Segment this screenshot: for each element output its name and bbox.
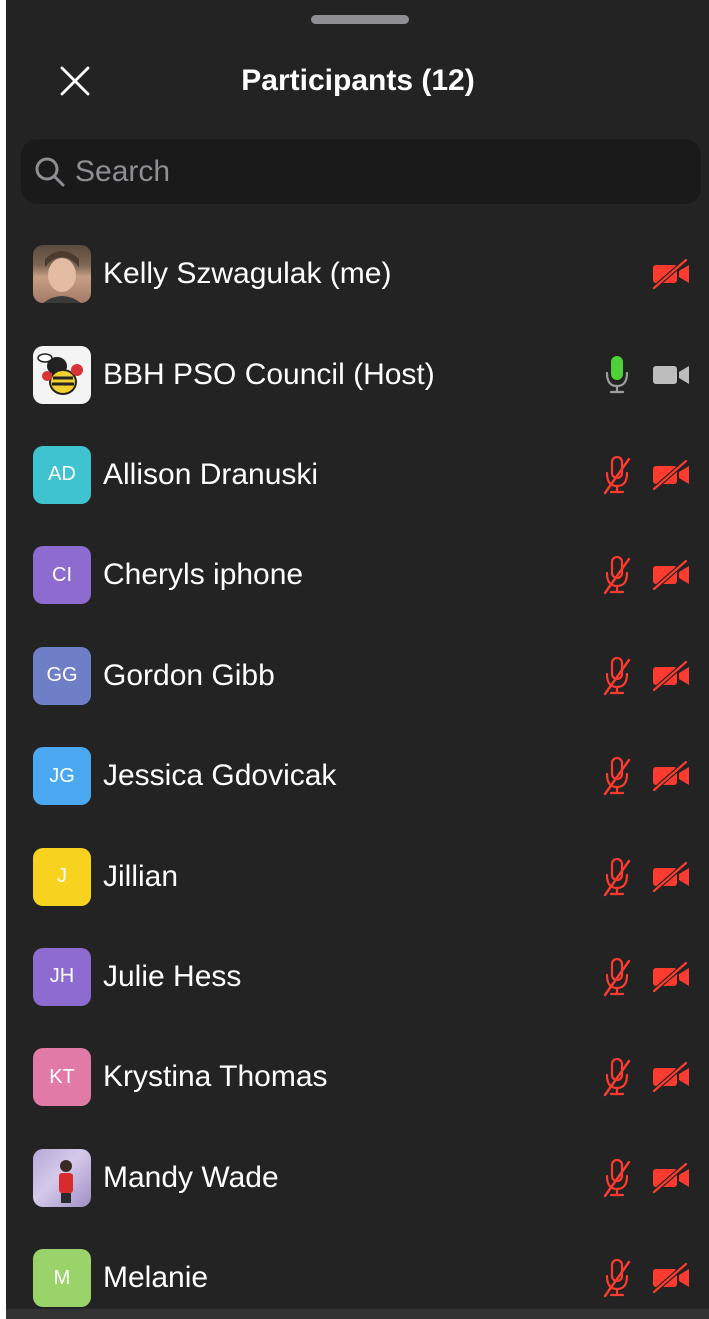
search-bar[interactable] [21, 139, 701, 204]
participant-list: Kelly Szwagulak (me) BBH PSO Council (Hos… [6, 224, 709, 1309]
participant-status-icons [602, 355, 690, 395]
participant-status-icons [602, 1057, 690, 1097]
microphone-muted-icon [602, 957, 632, 997]
participant-status-icons [602, 455, 690, 495]
participant-status-icons [602, 957, 690, 997]
video-camera-icon [652, 360, 690, 390]
participant-status-icons [602, 1258, 690, 1298]
avatar-initials: CI [52, 563, 72, 586]
participant-name: BBH PSO Council (Host) [103, 357, 435, 391]
participant-status-icons [602, 756, 690, 796]
participant-name: Mandy Wade [103, 1160, 279, 1194]
video-camera-off-icon [652, 1062, 690, 1093]
participant-status-icons [602, 857, 690, 897]
avatar: KT [33, 1048, 91, 1107]
microphone-icon [602, 355, 632, 395]
video-camera-off-icon [652, 861, 690, 892]
microphone-muted-icon [602, 1057, 632, 1097]
microphone-muted-icon [602, 455, 632, 495]
participant-row[interactable]: JG Jessica Gdovicak [6, 726, 709, 826]
avatar: JG [33, 747, 91, 806]
search-input[interactable] [75, 154, 701, 189]
avatar: M [33, 1249, 91, 1308]
video-camera-off-icon [652, 1162, 690, 1193]
avatar: GG [33, 646, 91, 705]
avatar [33, 345, 91, 404]
participant-row[interactable]: BBH PSO Council (Host) [6, 324, 709, 424]
video-camera-off-icon [652, 459, 690, 490]
microphone-muted-icon [602, 555, 632, 595]
participant-name: Gordon Gibb [103, 658, 275, 692]
participant-status-icons [602, 555, 690, 595]
microphone-muted-icon [602, 756, 632, 796]
avatar [33, 1148, 91, 1207]
participant-name: Julie Hess [103, 959, 242, 993]
avatar: J [33, 847, 91, 906]
participant-name: Kelly Szwagulak (me) [103, 257, 392, 291]
participant-name: Allison Dranuski [103, 457, 319, 491]
avatar: AD [33, 445, 91, 504]
participant-row[interactable]: AD Allison Dranuski [6, 425, 709, 525]
participant-row[interactable]: CI Cheryls iphone [6, 525, 709, 625]
participant-name: Krystina Thomas [103, 1060, 328, 1094]
video-camera-off-icon [652, 560, 690, 591]
microphone-muted-icon [602, 1258, 632, 1298]
video-camera-off-icon [652, 660, 690, 691]
bottom-edge [6, 1309, 709, 1319]
avatar-initials: AD [48, 463, 76, 486]
avatar-initials: J [57, 865, 67, 888]
avatar-initials: GG [46, 664, 78, 687]
participant-status-icons [602, 656, 690, 696]
video-camera-off-icon [652, 259, 690, 290]
participant-row[interactable]: KT Krystina Thomas [6, 1027, 709, 1127]
participant-row[interactable]: J Jillian [6, 826, 709, 926]
participant-row[interactable]: Mandy Wade [6, 1128, 709, 1228]
avatar-initials: M [53, 1266, 71, 1289]
avatar-initials: JH [49, 965, 75, 988]
avatar: CI [33, 546, 91, 605]
participant-status-icons [652, 259, 690, 290]
participant-name: Cheryls iphone [103, 558, 304, 592]
microphone-muted-icon [602, 857, 632, 897]
avatar-initials: JG [49, 764, 75, 787]
microphone-muted-icon [602, 656, 632, 696]
avatar-initials: KT [49, 1065, 75, 1088]
participant-name: Melanie [103, 1261, 209, 1295]
participant-status-icons [602, 1158, 690, 1198]
participant-row[interactable]: M Melanie [6, 1228, 709, 1309]
page-title: Participants (12) [241, 64, 475, 97]
participant-row[interactable]: GG Gordon Gibb [6, 626, 709, 726]
video-camera-off-icon [652, 1263, 690, 1294]
participant-name: Jessica Gdovicak [103, 759, 337, 793]
participant-row[interactable]: Kelly Szwagulak (me) [6, 224, 709, 324]
avatar: JH [33, 947, 91, 1006]
participant-row[interactable]: JH Julie Hess [6, 927, 709, 1027]
participants-sheet: Participants (12) Kelly Szwagulak (me) BB… [6, 0, 709, 1309]
video-camera-off-icon [652, 761, 690, 792]
microphone-muted-icon [602, 1158, 632, 1198]
avatar [33, 245, 91, 304]
sheet-drag-handle[interactable] [311, 15, 409, 24]
participant-name: Jillian [103, 859, 179, 893]
video-camera-off-icon [652, 961, 690, 992]
search-icon [33, 155, 67, 189]
